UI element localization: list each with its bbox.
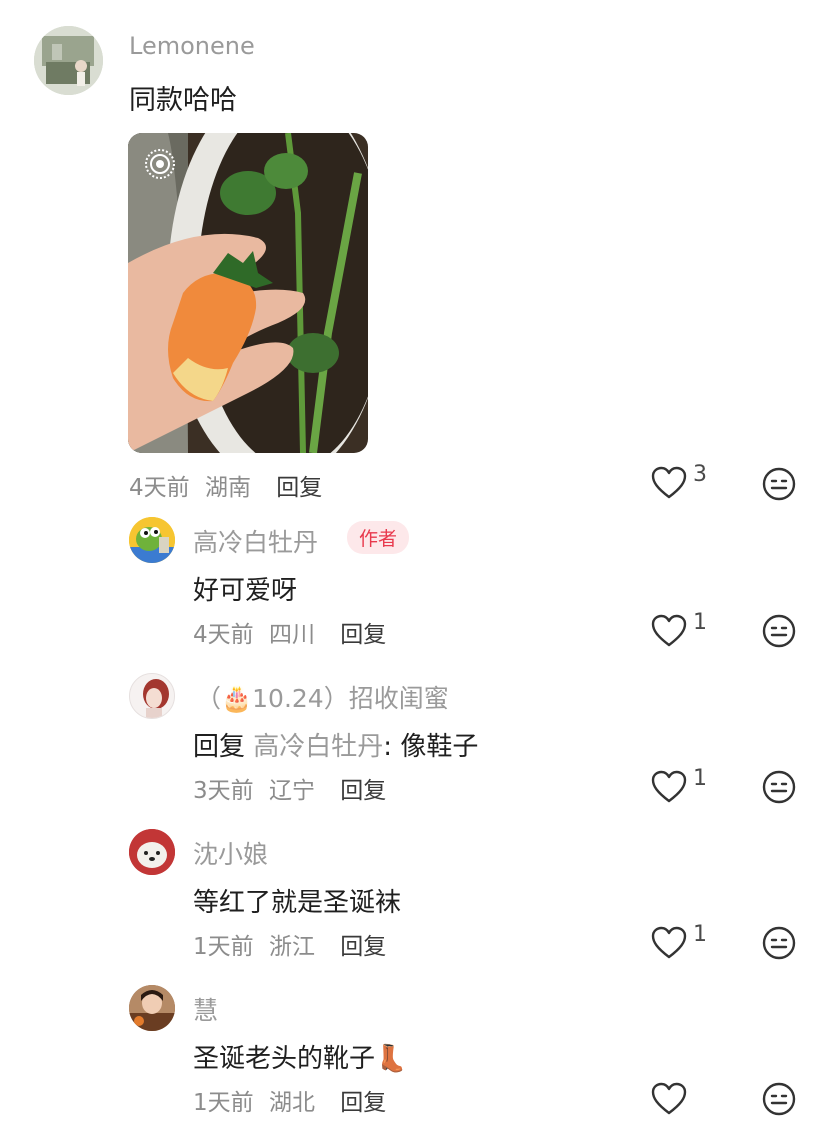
avatar[interactable]: [129, 829, 175, 875]
live-photo-icon: [144, 148, 176, 180]
emoji-reaction-button[interactable]: [762, 614, 796, 648]
reply-button[interactable]: 回复: [340, 934, 386, 960]
reply-button[interactable]: 回复: [340, 1090, 386, 1116]
emoji-face-icon: [762, 614, 796, 648]
comment-location: 湖南: [204, 475, 251, 501]
comment-text: 好可爱呀: [193, 576, 298, 606]
reply-prefix: 回复: [193, 732, 246, 762]
avatar[interactable]: [129, 985, 175, 1031]
reply-button[interactable]: 回复: [340, 622, 386, 648]
emoji-reaction-button[interactable]: [762, 1082, 796, 1116]
heart-icon: [651, 770, 687, 803]
comment-meta: 4天前 四川 回复: [193, 615, 386, 649]
comment-time: 3天前: [193, 778, 254, 804]
comment-time: 4天前: [129, 475, 190, 501]
like-count: 1: [693, 610, 707, 635]
comment-text: 同款哈哈: [129, 85, 237, 116]
like-button[interactable]: 1: [651, 610, 721, 654]
comment-username[interactable]: Lemonene: [129, 32, 255, 60]
heart-icon: [651, 926, 687, 959]
like-button[interactable]: [651, 1082, 721, 1122]
comment-meta: 4天前 湖南 回复: [129, 468, 322, 502]
reply-target-username[interactable]: 高冷白牡丹: [253, 732, 383, 762]
heart-icon: [651, 1082, 687, 1115]
comment-location: 辽宁: [268, 778, 315, 804]
heart-icon: [651, 466, 687, 499]
avatar[interactable]: [34, 26, 103, 95]
avatar-image: [129, 517, 175, 563]
emoji-reaction-button[interactable]: [762, 770, 796, 804]
comment-text: 等红了就是圣诞袜: [193, 888, 402, 918]
like-count: 1: [693, 922, 707, 947]
comment-meta: 3天前 辽宁 回复: [193, 771, 386, 805]
avatar[interactable]: [129, 673, 175, 719]
like-button[interactable]: 3: [651, 462, 721, 506]
emoji-face-icon: [762, 1082, 796, 1116]
like-count: 1: [693, 766, 707, 791]
emoji-face-icon: [762, 770, 796, 804]
comment-location: 浙江: [268, 934, 315, 960]
comment-username[interactable]: 高冷白牡丹: [193, 523, 318, 559]
author-badge: 作者: [347, 521, 410, 554]
comment-time: 4天前: [193, 622, 254, 648]
comment-username[interactable]: 慧: [193, 991, 218, 1027]
comment-time: 1天前: [193, 1090, 254, 1116]
like-count: 3: [693, 462, 707, 487]
heart-icon: [651, 614, 687, 647]
comment-text: 回复 高冷白牡丹: 像鞋子: [193, 726, 478, 763]
comment-time: 1天前: [193, 934, 254, 960]
like-button[interactable]: 1: [651, 766, 721, 810]
avatar-image: [129, 985, 175, 1031]
emoji-face-icon: [762, 467, 796, 501]
emoji-reaction-button[interactable]: [762, 467, 796, 501]
reply-button[interactable]: 回复: [276, 475, 322, 501]
comment-location: 湖北: [268, 1090, 315, 1116]
emoji-reaction-button[interactable]: [762, 926, 796, 960]
strawberry-photo: [128, 133, 368, 453]
reply-text: : 像鞋子: [383, 732, 479, 762]
emoji-face-icon: [762, 926, 796, 960]
comment-meta: 1天前 湖北 回复: [193, 1083, 386, 1117]
avatar-image: [130, 674, 174, 718]
comment-text: 圣诞老头的靴子👢: [193, 1044, 408, 1074]
comment-location: 四川: [268, 622, 315, 648]
like-button[interactable]: 1: [651, 922, 721, 966]
comment-username[interactable]: 沈小娘: [193, 835, 268, 871]
reply-button[interactable]: 回复: [340, 778, 386, 804]
comment-image[interactable]: [128, 133, 368, 453]
comment-username[interactable]: （🎂10.24）招收闺蜜: [196, 679, 449, 715]
comment-meta: 1天前 浙江 回复: [193, 927, 386, 961]
avatar-image: [34, 26, 103, 95]
avatar-image: [129, 829, 175, 875]
avatar[interactable]: [129, 517, 175, 563]
